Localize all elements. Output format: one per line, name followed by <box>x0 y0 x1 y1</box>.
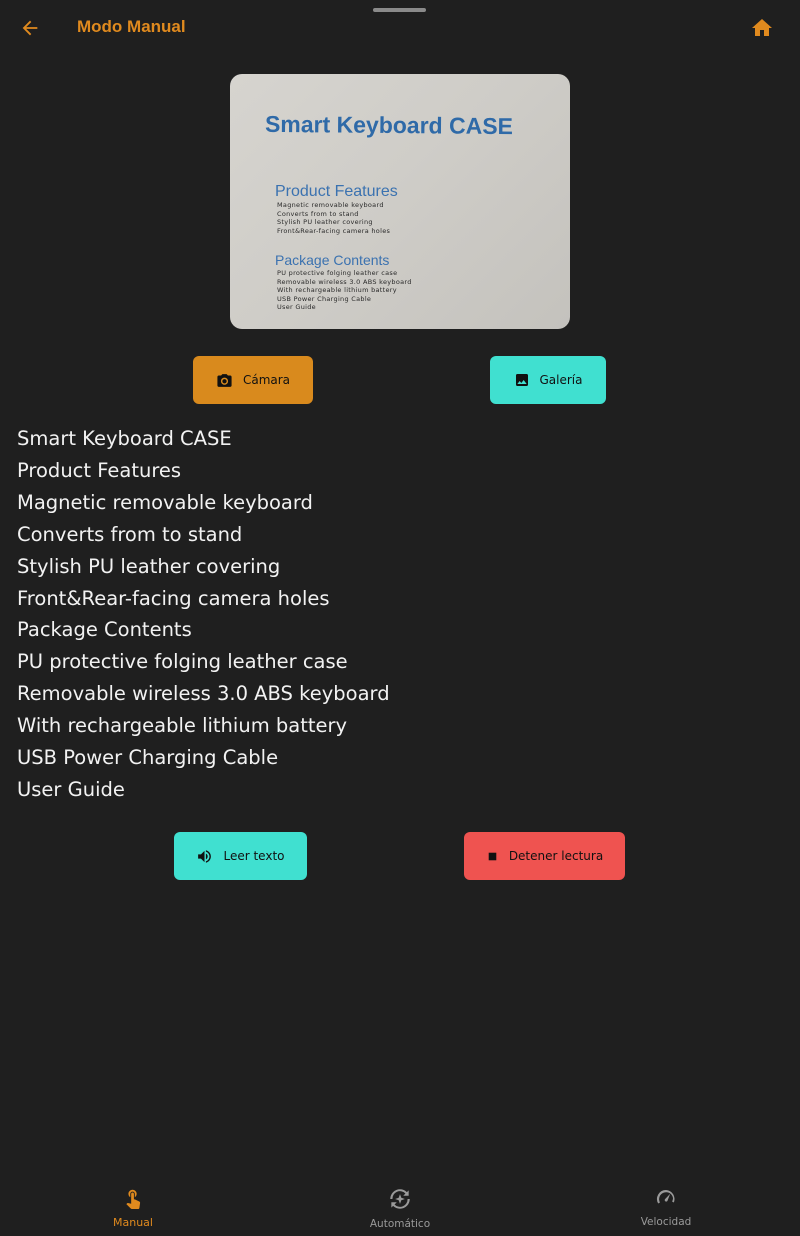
photo-title: Smart Keyboard CASE <box>264 110 514 140</box>
stop-reading-button-label: Detener lectura <box>508 849 604 863</box>
photo-line: With rechargeable lithium battery <box>277 286 397 295</box>
photo-line: Converts from to stand <box>277 209 359 218</box>
text-line: Converts from to stand <box>17 522 243 546</box>
text-line: Smart Keyboard CASE <box>17 427 232 450</box>
photo-line: Magnetic removable keyboard <box>277 201 384 209</box>
text-line: PU protective folging leather case <box>17 650 348 674</box>
auto-sparkle-icon <box>390 1189 410 1209</box>
gallery-button-label: Galería <box>539 373 583 387</box>
photo-line: USB Power Charging Cable <box>277 294 372 303</box>
nav-item-velocidad-label: Velocidad <box>640 1216 692 1228</box>
camera-button-label: Cámara <box>242 373 291 387</box>
text-line: Product Features <box>17 458 182 482</box>
text-line: Package Contents <box>17 618 192 642</box>
captured-photo: Smart Keyboard CASE Product Features Mag… <box>230 74 570 329</box>
photo-package-heading: Package Contents <box>275 252 390 268</box>
photo-package-list: PU protective folging leather case Remov… <box>277 269 412 312</box>
screen: Modo Manual Smart Keyboard CASE Product … <box>0 0 800 1236</box>
photo-line: User Guide <box>277 303 316 312</box>
bottom-navigation: Manual Automático Velocidad <box>0 1176 800 1236</box>
text-line: With rechargeable lithium battery <box>17 714 348 738</box>
text-line: USB Power Charging Cable <box>17 746 279 770</box>
text-line: Magnetic removable keyboard <box>17 490 313 514</box>
nav-item-manual[interactable]: Manual <box>73 1186 193 1234</box>
touch-hand-icon <box>126 1189 141 1209</box>
gallery-button[interactable]: Galería <box>490 356 606 404</box>
arrow-back-icon <box>22 20 38 36</box>
read-text-button[interactable]: Leer texto <box>174 832 307 880</box>
page-title: Modo Manual <box>77 17 186 36</box>
photo-features-heading: Product Features <box>275 183 398 200</box>
read-text-button-label: Leer texto <box>223 849 285 863</box>
home-button[interactable] <box>748 14 776 42</box>
back-button[interactable] <box>12 10 48 46</box>
stop-icon <box>488 852 497 860</box>
recognized-text: Smart Keyboard CASE Product Features Mag… <box>17 423 777 806</box>
text-line: Stylish PU leather covering <box>17 554 281 578</box>
text-line: Front&Rear-facing camera holes <box>17 586 330 610</box>
image-icon <box>515 374 528 386</box>
photo-features-list: Magnetic removable keyboard Converts fro… <box>277 201 390 235</box>
nav-item-velocidad[interactable]: Velocidad <box>606 1186 726 1234</box>
home-icon <box>752 19 772 36</box>
photo-line: Front&Rear-facing camera holes <box>277 226 391 235</box>
photo-line: Stylish PU leather covering <box>277 218 373 227</box>
volume-icon <box>198 849 212 863</box>
speedometer-icon <box>656 1190 675 1204</box>
text-line: User Guide <box>17 777 125 801</box>
stop-reading-button[interactable]: Detener lectura <box>464 832 625 880</box>
app-bar: Modo Manual <box>0 0 800 56</box>
nav-item-manual-label: Manual <box>113 1216 153 1229</box>
camera-icon <box>217 373 232 387</box>
photo-line: PU protective folging leather case <box>277 269 398 277</box>
photo-line: Removable wireless 3.0 ABS keyboard <box>277 277 412 286</box>
text-line: Removable wireless 3.0 ABS keyboard <box>17 682 390 706</box>
nav-item-automatico-label: Automático <box>369 1218 431 1230</box>
camera-button[interactable]: Cámara <box>193 356 313 404</box>
nav-item-automatico[interactable]: Automático <box>340 1186 460 1234</box>
